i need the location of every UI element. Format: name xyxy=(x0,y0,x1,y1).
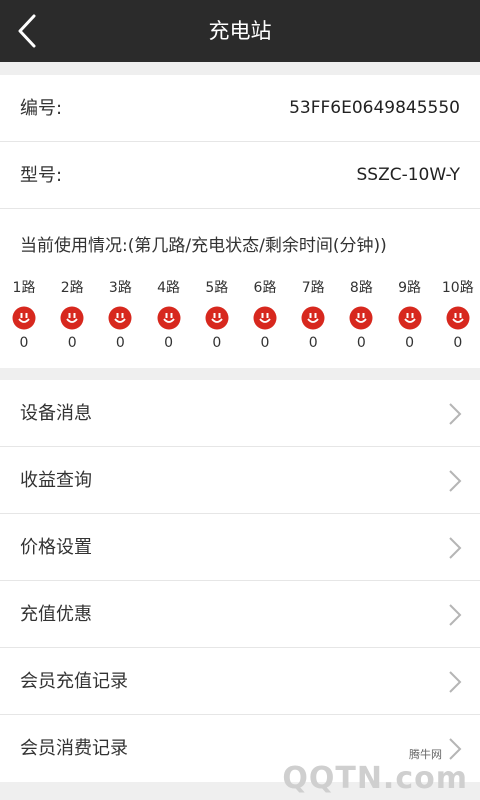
usage-title: 当前使用情况:(第几路/充电状态/剩余时间(分钟)) xyxy=(20,236,387,256)
port-name: 2路 xyxy=(60,280,84,296)
device-id-row: 编号: 53FF6E0649845550 xyxy=(0,75,480,142)
port-item: 6路 0 xyxy=(241,277,289,357)
port-name: 7路 xyxy=(301,280,325,296)
port-item: 7路 0 xyxy=(289,277,337,357)
port-item: 9路 0 xyxy=(386,277,434,357)
menu-item-label: 会员充值记录 xyxy=(20,671,128,692)
plug-icon xyxy=(205,306,229,330)
menu-item-label: 会员消费记录 xyxy=(20,738,128,759)
menu-item-label: 价格设置 xyxy=(20,537,92,558)
chevron-right-icon xyxy=(449,604,462,626)
plug-icon xyxy=(349,306,373,330)
port-name: 6路 xyxy=(253,280,277,296)
port-remaining-time: 0 xyxy=(453,335,463,351)
plug-icon xyxy=(253,306,277,330)
menu-list: 设备消息 收益查询 价格设置 充值优惠 会员充值记录 会员消费记录 xyxy=(0,380,480,782)
plug-icon xyxy=(398,306,422,330)
port-name: 3路 xyxy=(108,280,132,296)
plug-icon xyxy=(108,306,132,330)
port-name: 4路 xyxy=(157,280,181,296)
port-name: 8路 xyxy=(349,280,373,296)
port-item: 10路 0 xyxy=(434,277,480,357)
port-name: 9路 xyxy=(398,280,422,296)
port-item: 1路 0 xyxy=(0,277,48,357)
port-item: 5路 0 xyxy=(193,277,241,357)
device-info-card: 编号: 53FF6E0649845550 型号: SSZC-10W-Y 当前使用… xyxy=(0,75,480,368)
menu-item-label: 收益查询 xyxy=(20,470,92,491)
device-id-label: 编号: xyxy=(20,98,63,119)
port-remaining-time: 0 xyxy=(115,335,125,351)
port-remaining-time: 0 xyxy=(308,335,318,351)
port-item: 3路 0 xyxy=(96,277,144,357)
menu-item-label: 充值优惠 xyxy=(20,604,92,625)
chevron-right-icon xyxy=(449,671,462,693)
plug-icon xyxy=(157,306,181,330)
watermark-small-text: 腾牛网 xyxy=(409,748,442,761)
port-remaining-time: 0 xyxy=(356,335,366,351)
watermark-logo-text: QQTN.com xyxy=(282,761,468,796)
menu-item-device-messages[interactable]: 设备消息 xyxy=(0,380,480,447)
menu-item-recharge-offers[interactable]: 充值优惠 xyxy=(0,581,480,648)
plug-icon xyxy=(12,306,36,330)
plug-icon xyxy=(301,306,325,330)
chevron-right-icon xyxy=(449,537,462,559)
chevron-right-icon xyxy=(449,470,462,492)
port-name: 5路 xyxy=(205,280,229,296)
port-remaining-time: 0 xyxy=(67,335,77,351)
device-id-value: 53FF6E0649845550 xyxy=(289,98,460,118)
device-model-value: SSZC-10W-Y xyxy=(356,165,461,185)
port-item: 4路 0 xyxy=(145,277,193,357)
port-remaining-time: 0 xyxy=(405,335,415,351)
port-item: 2路 0 xyxy=(48,277,96,357)
port-remaining-time: 0 xyxy=(212,335,222,351)
menu-item-earnings-query[interactable]: 收益查询 xyxy=(0,447,480,514)
plug-icon xyxy=(60,306,84,330)
page-title: 充电站 xyxy=(208,19,272,43)
device-model-label: 型号: xyxy=(20,165,63,186)
top-bar: 充电站 xyxy=(0,0,480,62)
chevron-right-icon xyxy=(449,403,462,425)
menu-item-member-recharge-records[interactable]: 会员充值记录 xyxy=(0,648,480,715)
menu-item-price-settings[interactable]: 价格设置 xyxy=(0,514,480,581)
port-name: 1路 xyxy=(12,280,36,296)
port-remaining-time: 0 xyxy=(260,335,270,351)
menu-item-label: 设备消息 xyxy=(20,403,92,424)
watermark: 腾牛网 QQTN.com xyxy=(258,746,468,796)
plug-icon xyxy=(446,306,470,330)
port-remaining-time: 0 xyxy=(164,335,174,351)
port-remaining-time: 0 xyxy=(19,335,29,351)
port-name: 10路 xyxy=(441,280,474,296)
device-model-row: 型号: SSZC-10W-Y xyxy=(0,142,480,209)
port-status-list: 1路 0 2路 0 3路 0 4路 0 5路 0 6路 0 7路 0 8路 0 9路 0 10路 0 xyxy=(0,277,480,357)
port-item: 8路 0 xyxy=(337,277,385,357)
